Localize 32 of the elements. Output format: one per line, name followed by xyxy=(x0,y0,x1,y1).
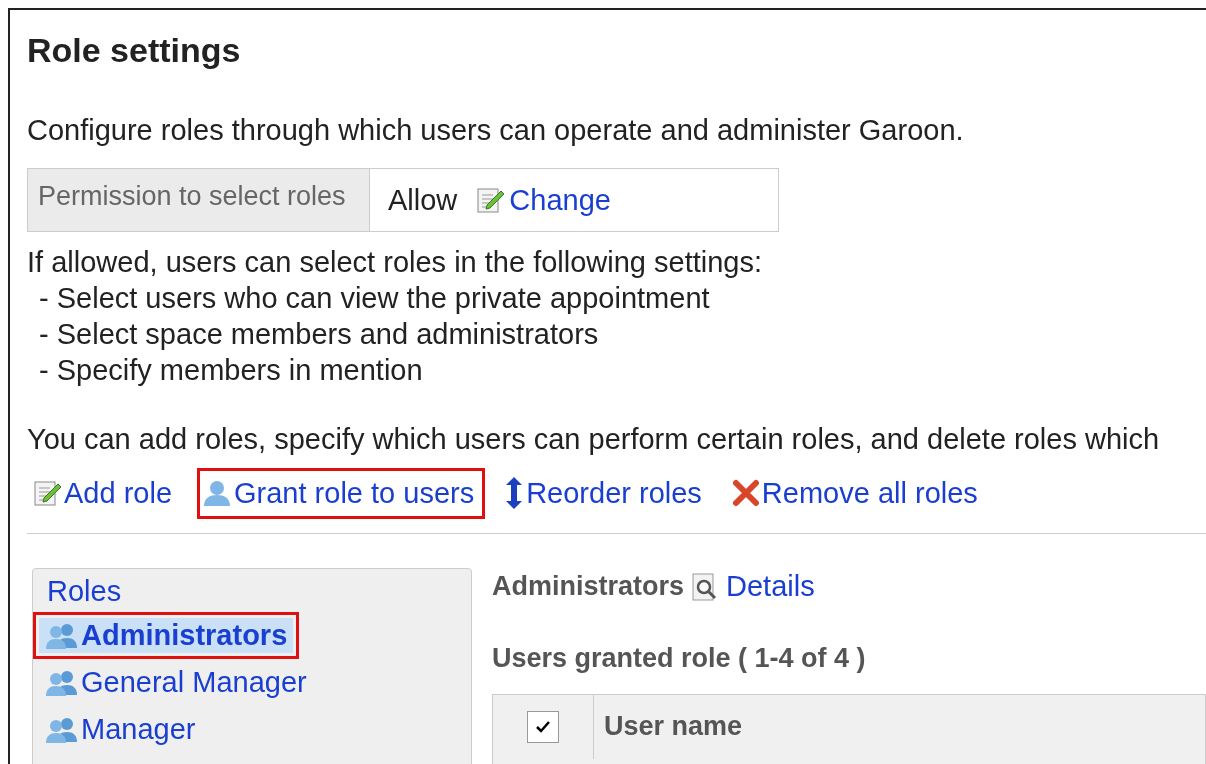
action-link[interactable]: Remove all roles xyxy=(726,467,989,519)
change-link[interactable]: Change xyxy=(509,183,611,217)
user-icon xyxy=(202,478,232,508)
users-icon xyxy=(45,622,79,649)
up-down-arrow-icon xyxy=(504,476,525,510)
permission-value: Allow xyxy=(388,183,458,217)
check-icon xyxy=(536,721,550,733)
notes-intro: If allowed, users can select roles in the following settings: xyxy=(27,245,764,280)
action-link[interactable]: Add role xyxy=(27,467,183,519)
edit-icon xyxy=(475,185,506,215)
role-item[interactable]: General Manager xyxy=(33,659,319,706)
users-icon xyxy=(45,669,79,696)
cross-icon xyxy=(731,479,760,507)
notes-item: - Specify members in mention xyxy=(38,353,424,388)
instructions-text: You can add roles, specify which users can perform certain roles, and delete roles which xyxy=(27,422,1161,457)
column-header: User name xyxy=(603,710,744,743)
select-all-checkbox[interactable] xyxy=(527,711,559,743)
users-icon xyxy=(45,716,79,743)
notes-item: - Select space members and administrators xyxy=(38,317,600,352)
notes-item: - Select users who can view the private appointment xyxy=(38,281,711,316)
permission-label: Permission to select roles xyxy=(28,169,370,231)
role-name: Administrators xyxy=(492,571,685,602)
details-link[interactable]: Details xyxy=(726,570,815,603)
action-link[interactable]: Grant role to users xyxy=(197,467,486,519)
page-description: Configure roles through which users can operate and administer Garoon. xyxy=(27,113,965,148)
edit-icon xyxy=(32,478,62,508)
roles-title: Roles xyxy=(46,575,123,609)
role-item[interactable]: Manager xyxy=(33,706,208,753)
users-heading: Users granted role ( 1-4 of 4 ) xyxy=(492,643,867,674)
action-link[interactable]: Reorder roles xyxy=(499,467,713,519)
page-title: Role settings xyxy=(27,30,242,71)
role-item[interactable]: Administrators xyxy=(33,612,300,659)
